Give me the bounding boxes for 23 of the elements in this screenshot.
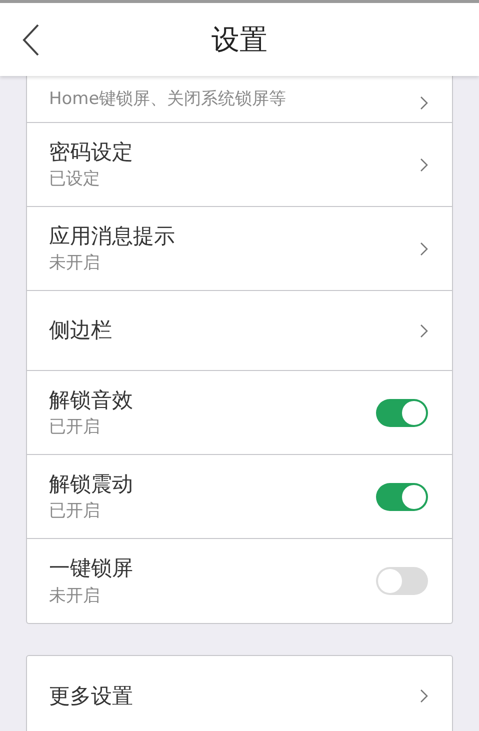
setting-subtitle: 已开启: [49, 501, 101, 522]
setting-title: 应用消息提示: [49, 222, 175, 249]
setting-title: 一键锁屏: [49, 555, 133, 582]
chevron-right-icon: [420, 324, 428, 338]
setting-subtitle: 未开启: [49, 253, 101, 274]
setting-title: 解锁震动: [49, 470, 133, 497]
setting-subtitle: 已开启: [49, 417, 101, 438]
chevron-right-icon: [420, 96, 428, 110]
setting-title: 解锁音效: [49, 386, 133, 413]
setting-title: 侧边栏: [49, 317, 112, 344]
page-title: 设置: [212, 22, 268, 58]
setting-title: 密码设定: [49, 138, 133, 165]
setting-subtitle: 已设定: [49, 169, 101, 190]
chevron-right-icon: [420, 689, 428, 703]
toggle-switch[interactable]: [376, 567, 428, 595]
toggle-switch[interactable]: [376, 482, 428, 510]
toggle-switch[interactable]: [376, 398, 428, 426]
setting-subtitle: 未开启: [49, 586, 101, 607]
chevron-right-icon: [420, 242, 428, 256]
setting-subtitle: Home键锁屏、关闭系统锁屏等: [49, 88, 286, 110]
chevron-right-icon: [420, 158, 428, 172]
setting-title: 更多设置: [49, 682, 133, 710]
back-icon[interactable]: [22, 24, 40, 56]
